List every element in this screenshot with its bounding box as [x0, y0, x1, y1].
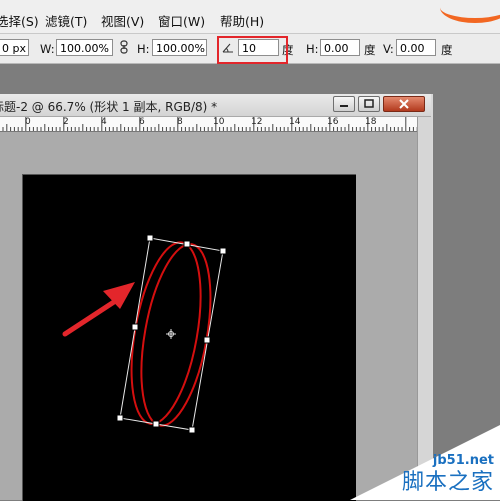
handle-top-right	[219, 247, 227, 255]
watermark: jb51.net 脚本之家	[350, 425, 500, 500]
center-point-icon	[166, 329, 176, 339]
handle-middle-left	[131, 323, 139, 331]
handle-top-middle	[183, 240, 191, 248]
handle-bottom-right	[188, 426, 196, 434]
handle-bottom-left	[116, 414, 124, 422]
watermark-name: 脚本之家	[401, 470, 494, 495]
red-arrow-icon	[62, 295, 123, 337]
handle-middle-right	[203, 336, 211, 344]
handle-bottom-middle	[152, 420, 160, 428]
handle-top-left	[146, 234, 154, 242]
